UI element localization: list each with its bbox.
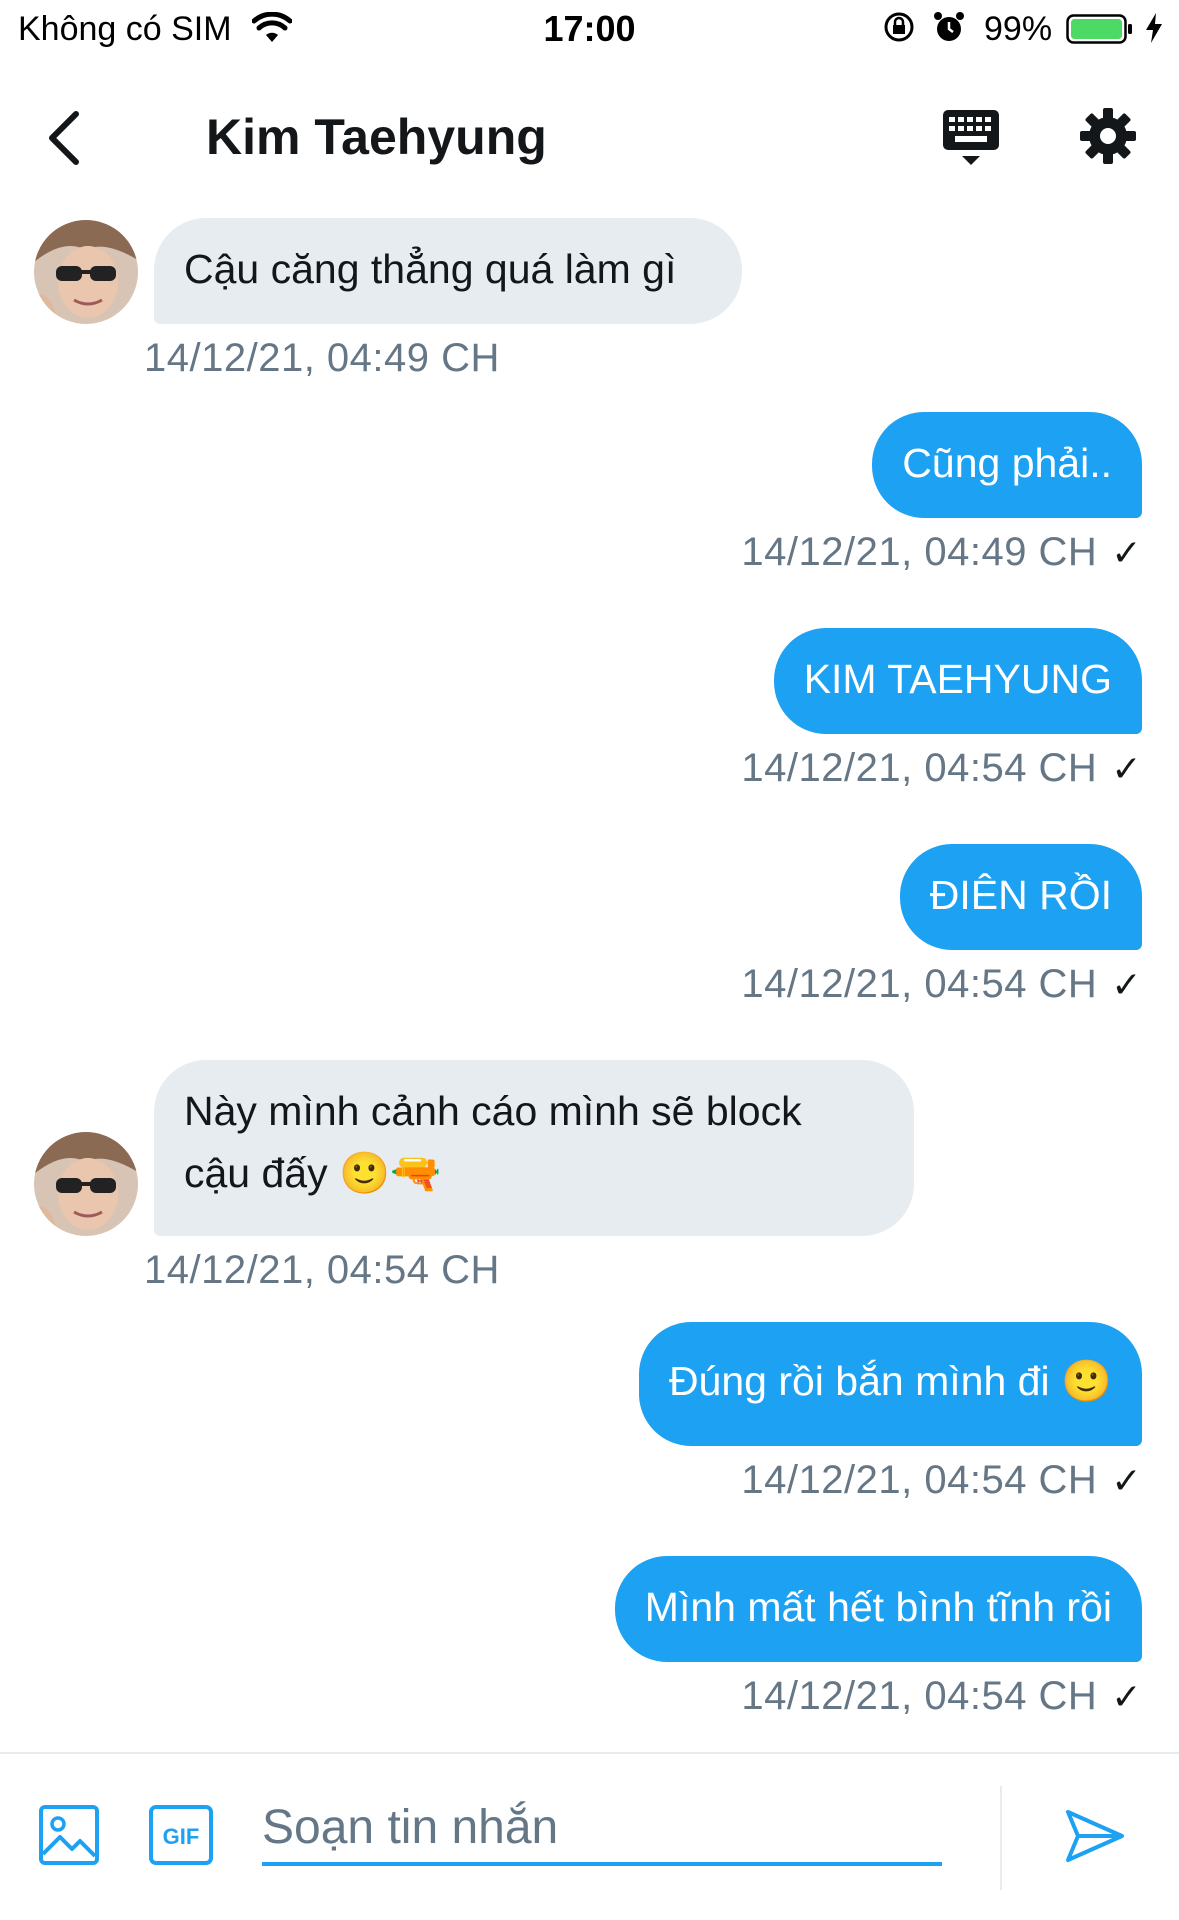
- back-arrow-icon: [49, 111, 79, 165]
- message-bubble-outgoing[interactable]: ĐIÊN RỒI: [899, 844, 1142, 950]
- timestamp-text: 14/12/21, 04:49 CH: [741, 530, 1098, 574]
- message-bubble-incoming[interactable]: Này mình cảnh cáo mình sẽ block cậu đấy …: [154, 1060, 914, 1236]
- battery-percent: 99%: [984, 10, 1053, 48]
- alarm-icon: [932, 10, 966, 49]
- keyboard-icon: [943, 110, 999, 165]
- message-text: Cũng phải..: [902, 440, 1112, 486]
- timestamp-text: 14/12/21, 04:54 CH: [741, 962, 1098, 1006]
- send-icon: [1066, 1810, 1124, 1862]
- message-bubble-outgoing[interactable]: Mình mất hết bình tĩnh rồi: [614, 1556, 1142, 1662]
- message-timestamp: 14/12/21, 04:54 CH: [144, 1248, 500, 1292]
- timestamp-text: 14/12/21, 04:54 CH: [741, 1458, 1098, 1502]
- timestamp-text: 14/12/21, 04:54 CH: [741, 746, 1098, 790]
- sent-check-icon: ✓: [1111, 748, 1142, 789]
- message-text-line-1: Này mình cảnh cáo mình sẽ block: [184, 1088, 802, 1134]
- battery-icon: [1066, 14, 1134, 49]
- message-timestamp: 14/12/21, 04:49 CH ✓: [741, 530, 1142, 575]
- sent-check-icon: ✓: [1111, 1460, 1142, 1501]
- message-text: Cậu căng thẳng quá làm gì: [184, 246, 677, 292]
- message-text: Mình mất hết bình tĩnh rồi: [644, 1584, 1112, 1630]
- message-text: ĐIÊN RỒI: [929, 872, 1112, 918]
- message-timestamp: 14/12/21, 04:54 CH ✓: [741, 962, 1142, 1007]
- message-input[interactable]: [262, 1800, 942, 1866]
- message-text: Đúng rồi bắn mình đi 🙂: [668, 1358, 1112, 1404]
- conversation-header: Kim Taehyung: [0, 70, 1179, 200]
- sent-check-icon: ✓: [1111, 1676, 1142, 1717]
- orientation-lock-icon: [882, 10, 916, 49]
- sent-check-icon: ✓: [1111, 532, 1142, 573]
- message-composer: GIF: [0, 1752, 1179, 1920]
- message-timestamp: 14/12/21, 04:54 CH ✓: [741, 1458, 1142, 1503]
- composer-divider: [1000, 1786, 1002, 1890]
- settings-button[interactable]: [1078, 106, 1138, 166]
- sent-check-icon: ✓: [1111, 964, 1142, 1005]
- message-text: KIM TAEHYUNG: [803, 656, 1112, 702]
- message-text-line-2: cậu đấy 🙂🔫: [184, 1150, 442, 1196]
- message-timestamp: 14/12/21, 04:49 CH: [144, 336, 500, 380]
- message-bubble-outgoing[interactable]: Cũng phải..: [872, 412, 1142, 518]
- gif-label: GIF: [163, 1824, 200, 1849]
- avatar[interactable]: [34, 1132, 138, 1236]
- message-bubble-outgoing[interactable]: KIM TAEHYUNG: [773, 628, 1142, 734]
- conversation-title: Kim Taehyung: [206, 109, 547, 165]
- attach-image-button[interactable]: [38, 1804, 100, 1866]
- message-bubble-incoming[interactable]: Cậu căng thẳng quá làm gì: [154, 218, 742, 324]
- gear-icon: [1080, 108, 1136, 164]
- gif-icon: GIF: [149, 1805, 213, 1865]
- attach-gif-button[interactable]: GIF: [148, 1804, 214, 1866]
- status-bar: Không có SIM 17:00 99%: [0, 0, 1179, 60]
- keyboard-toggle-button[interactable]: [940, 106, 1002, 170]
- back-button[interactable]: [36, 100, 92, 176]
- image-icon: [39, 1805, 99, 1865]
- timestamp-text: 14/12/21, 04:54 CH: [741, 1674, 1098, 1718]
- message-timestamp: 14/12/21, 04:54 CH ✓: [741, 1674, 1142, 1719]
- message-bubble-outgoing[interactable]: Đúng rồi bắn mình đi 🙂: [638, 1322, 1142, 1446]
- charging-bolt-icon: [1144, 12, 1164, 49]
- message-timestamp: 14/12/21, 04:54 CH ✓: [741, 746, 1142, 791]
- avatar[interactable]: [34, 220, 138, 324]
- message-list[interactable]: Cậu căng thẳng quá làm gì 14/12/21, 04:4…: [0, 200, 1179, 1748]
- send-button[interactable]: [1064, 1806, 1126, 1866]
